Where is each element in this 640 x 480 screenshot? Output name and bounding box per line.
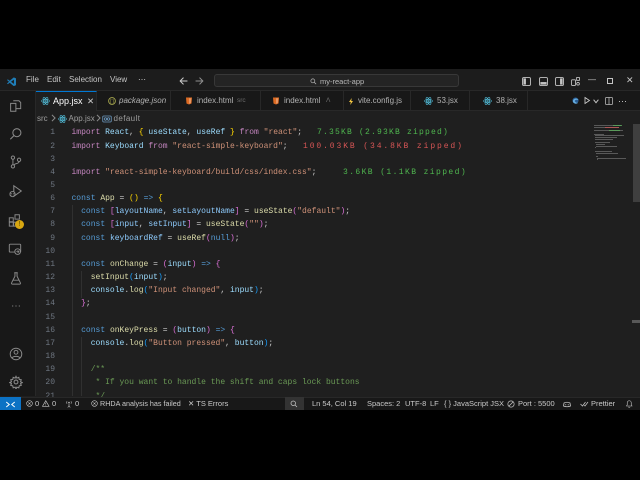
svg-text:{}: {}	[109, 99, 115, 105]
